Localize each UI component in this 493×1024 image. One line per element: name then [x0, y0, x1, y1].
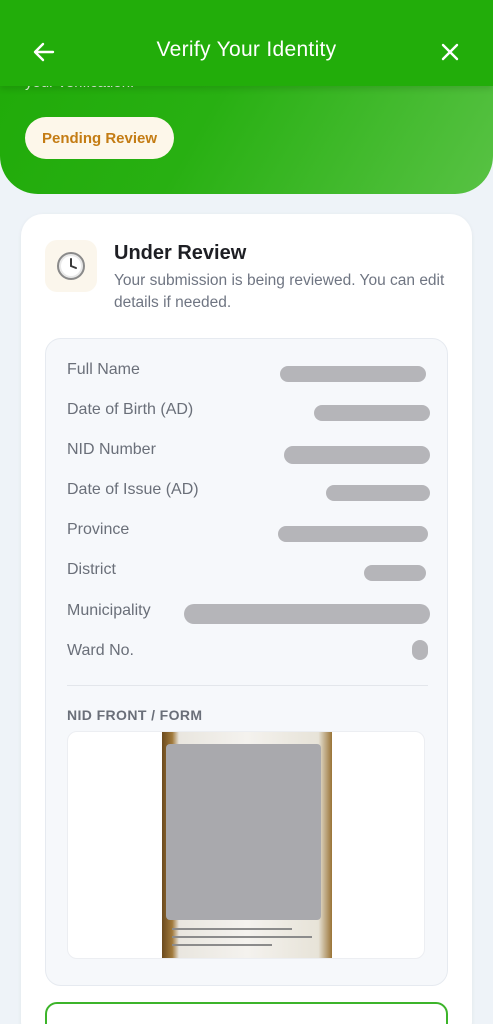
edit-details-button[interactable] — [45, 1002, 448, 1024]
redacted-value — [184, 604, 430, 624]
detail-label: NID Number — [67, 441, 156, 458]
nid-image-container[interactable] — [67, 731, 425, 959]
document-text-line — [172, 936, 312, 938]
detail-row-nid-number: NID Number — [46, 431, 449, 471]
status-badge: Pending Review — [25, 117, 175, 159]
review-card: Under Review Your submission is being re… — [21, 214, 472, 1024]
close-button[interactable] — [434, 36, 466, 68]
redacted-value — [280, 366, 426, 382]
redacted-value — [326, 485, 430, 501]
detail-label: Ward No. — [67, 642, 134, 659]
nid-document-image[interactable] — [162, 732, 332, 958]
detail-row-district: District — [46, 551, 449, 591]
clock-icon-container — [45, 240, 97, 292]
detail-label: Date of Issue (AD) — [67, 481, 199, 498]
redacted-value — [412, 640, 428, 660]
divider — [67, 685, 428, 686]
status-badge-label: Pending Review — [42, 129, 158, 147]
page-title: Verify Your Identity — [156, 38, 337, 61]
arrow-left-icon — [33, 42, 55, 62]
document-text-line — [172, 944, 272, 946]
detail-row-municipality: Municipality — [46, 592, 449, 632]
clock-icon — [57, 252, 85, 280]
detail-row-dob: Date of Birth (AD) — [46, 391, 449, 431]
detail-label: Municipality — [67, 602, 151, 619]
redacted-value — [364, 565, 426, 581]
redacted-document-area — [166, 744, 321, 920]
detail-label: District — [67, 561, 116, 578]
detail-row-date-of-issue: Date of Issue (AD) — [46, 471, 449, 511]
detail-label: Province — [67, 521, 130, 538]
back-button[interactable] — [28, 36, 60, 68]
review-description: Your submission is being reviewed. You c… — [114, 272, 445, 311]
detail-row-province: Province — [46, 511, 449, 551]
app-bar: Verify Your Identity — [0, 0, 493, 86]
nid-section-label: NID FRONT / FORM — [67, 707, 203, 723]
redacted-value — [278, 526, 428, 542]
detail-row-full-name: Full Name — [46, 351, 449, 391]
document-text-line — [172, 928, 292, 930]
detail-label: Full Name — [67, 361, 140, 378]
close-icon — [441, 43, 459, 61]
review-title: Under Review — [114, 242, 247, 264]
detail-row-ward-no: Ward No. — [46, 632, 449, 672]
detail-label: Date of Birth (AD) — [67, 401, 194, 418]
details-panel: Full Name Date of Birth (AD) NID Number … — [45, 338, 448, 986]
redacted-value — [314, 405, 430, 421]
redacted-value — [284, 446, 430, 464]
